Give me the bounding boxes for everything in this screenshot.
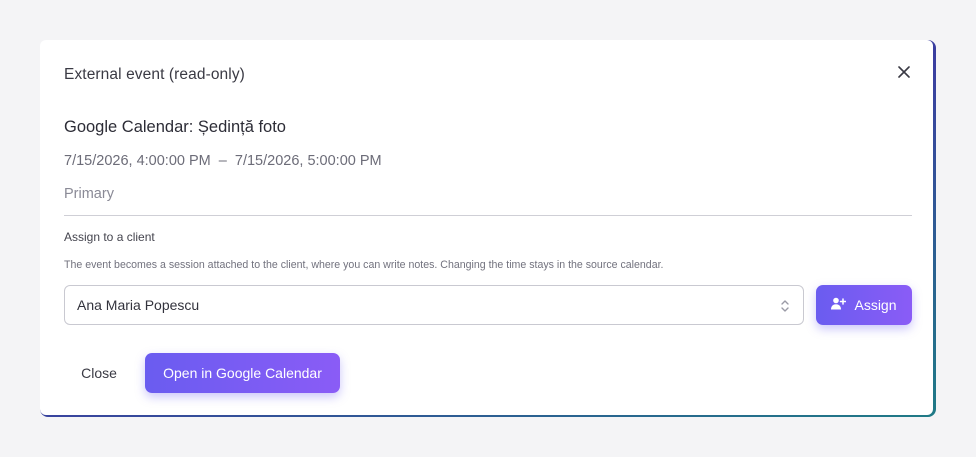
external-event-dialog: External event (read-only) Google Calend… xyxy=(40,40,933,415)
event-title: Google Calendar: Ședință foto xyxy=(64,118,286,136)
event-calendar-name: Primary xyxy=(64,186,114,202)
assign-button-label: Assign xyxy=(854,297,897,313)
chevron-up-down-icon xyxy=(779,296,791,316)
assign-help-text: The event becomes a session attached to … xyxy=(64,259,664,271)
close-button[interactable]: Close xyxy=(64,353,134,393)
close-icon[interactable] xyxy=(894,62,914,82)
divider xyxy=(64,215,912,216)
event-time-range: 7/15/2026, 4:00:00 PM – 7/15/2026, 5:00:… xyxy=(64,153,382,169)
open-in-google-calendar-button[interactable]: Open in Google Calendar xyxy=(145,353,340,393)
assign-button[interactable]: Assign xyxy=(816,285,912,325)
assign-label: Assign to a client xyxy=(64,230,155,244)
dialog-title: External event (read-only) xyxy=(64,66,245,83)
client-select[interactable]: Ana Maria Popescu xyxy=(64,285,804,325)
user-plus-icon xyxy=(831,297,847,313)
client-select-value: Ana Maria Popescu xyxy=(77,297,200,313)
